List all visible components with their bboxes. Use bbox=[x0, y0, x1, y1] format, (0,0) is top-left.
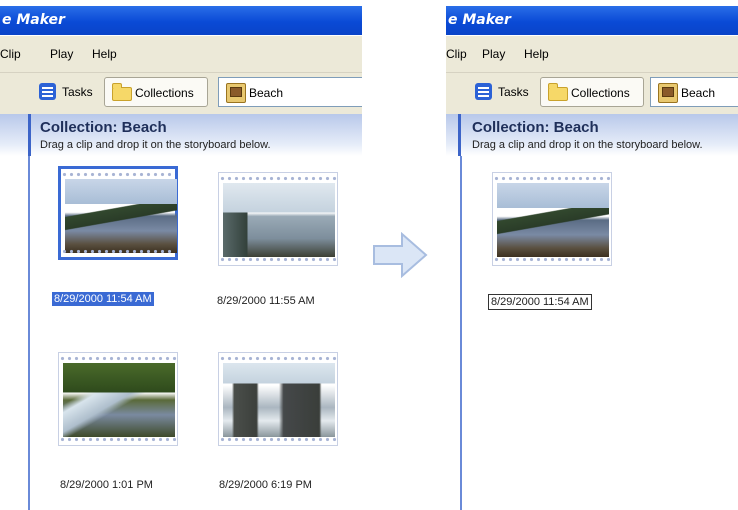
clip-caption[interactable]: 8/29/2000 1:01 PM bbox=[58, 478, 155, 492]
menu-bar: Clip Play Help bbox=[0, 36, 362, 72]
toolbar: Tasks Collections Beach bbox=[0, 72, 362, 115]
pane-edge-accent bbox=[458, 114, 461, 156]
tasks-button[interactable]: Tasks bbox=[472, 77, 538, 107]
tasks-label: Tasks bbox=[498, 85, 529, 99]
menu-bar: Clip Play Help bbox=[446, 36, 738, 72]
collection-header: Collection: Beach Drag a clip and drop i… bbox=[446, 114, 738, 156]
title-bar[interactable]: e Maker bbox=[0, 6, 362, 35]
pane-edge bbox=[460, 156, 462, 510]
menu-item-help[interactable]: Help bbox=[524, 47, 549, 61]
clip-thumbnail[interactable] bbox=[492, 172, 612, 266]
window-title: e Maker bbox=[2, 12, 65, 28]
rename-field[interactable]: 8/29/2000 11:54 AM bbox=[488, 294, 592, 310]
clip-caption[interactable]: 8/29/2000 6:19 PM bbox=[217, 478, 314, 492]
collection-selector-label: Beach bbox=[249, 86, 284, 100]
folder-icon bbox=[112, 83, 132, 101]
clip-caption-selected[interactable]: 8/29/2000 11:54 AM bbox=[52, 292, 154, 306]
stream-thumbnail bbox=[63, 363, 175, 437]
sea-stacks-thumbnail bbox=[223, 363, 335, 437]
tasks-icon bbox=[475, 83, 492, 100]
collection-header: Collection: Beach Drag a clip and drop i… bbox=[0, 114, 362, 156]
collection-instructions: Drag a clip and drop it on the storyboar… bbox=[472, 139, 703, 151]
collection-title: Collection: Beach bbox=[472, 119, 599, 136]
clip-thumbnail[interactable] bbox=[218, 352, 338, 446]
menu-item-play[interactable]: Play bbox=[50, 47, 73, 61]
menu-item-help[interactable]: Help bbox=[92, 47, 117, 61]
collection-selector[interactable]: Beach bbox=[650, 77, 738, 107]
menu-item-clip[interactable]: Clip bbox=[446, 47, 467, 61]
collections-button[interactable]: Collections bbox=[104, 77, 208, 107]
collection-title: Collection: Beach bbox=[40, 119, 167, 136]
clip-thumbnail[interactable] bbox=[58, 166, 178, 260]
menu-item-clip[interactable]: Clip bbox=[0, 47, 21, 61]
window-renaming: e Maker Clip Play Help Tasks Collections… bbox=[446, 0, 738, 510]
pane-edge bbox=[28, 156, 30, 510]
toolbar: Tasks Collections Beach bbox=[446, 72, 738, 115]
tasks-button[interactable]: Tasks bbox=[36, 77, 102, 107]
collection-icon bbox=[658, 83, 678, 103]
collection-selector[interactable]: Beach bbox=[218, 77, 362, 107]
collections-label: Collections bbox=[571, 86, 630, 100]
right-arrow-icon bbox=[373, 232, 428, 278]
collection-selector-label: Beach bbox=[681, 86, 716, 100]
lake-mountain-thumbnail bbox=[497, 183, 609, 257]
lake-mountain-thumbnail bbox=[65, 179, 177, 253]
tasks-label: Tasks bbox=[62, 85, 93, 99]
menu-item-play[interactable]: Play bbox=[482, 47, 505, 61]
collections-button[interactable]: Collections bbox=[540, 77, 644, 107]
clip-thumbnail[interactable] bbox=[218, 172, 338, 266]
pane-edge-accent bbox=[28, 114, 31, 156]
lake-shore-thumbnail bbox=[223, 183, 335, 257]
collections-label: Collections bbox=[135, 86, 194, 100]
clip-thumbnail[interactable] bbox=[58, 352, 178, 446]
window-before-rename: e Maker Clip Play Help Tasks Collections… bbox=[0, 0, 362, 510]
collection-icon bbox=[226, 83, 246, 103]
title-bar[interactable]: e Maker bbox=[446, 6, 738, 35]
clip-caption[interactable]: 8/29/2000 11:55 AM bbox=[215, 294, 317, 308]
window-title: e Maker bbox=[448, 12, 511, 28]
collection-instructions: Drag a clip and drop it on the storyboar… bbox=[40, 139, 271, 151]
folder-icon bbox=[548, 83, 568, 101]
tasks-icon bbox=[39, 83, 56, 100]
